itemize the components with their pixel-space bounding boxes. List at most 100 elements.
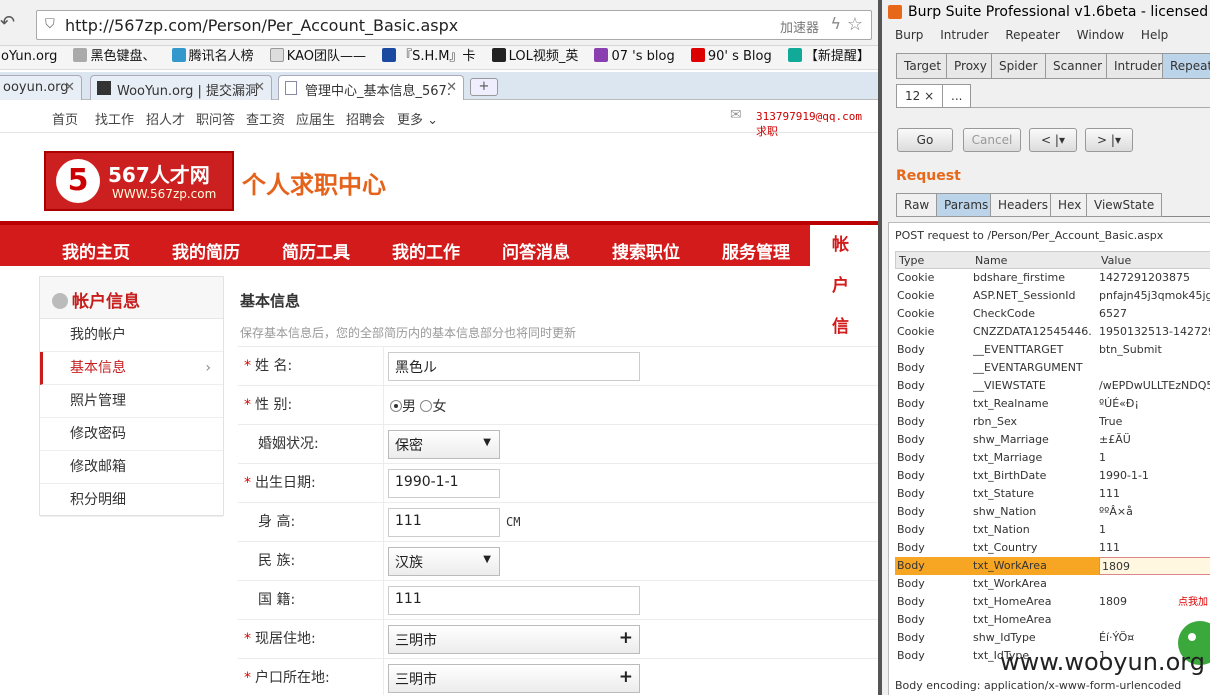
bookmark-item[interactable]: 90' s Blog	[688, 46, 775, 68]
close-icon[interactable]: ✕	[446, 80, 457, 95]
nation-select[interactable]: 汉族 ▼	[388, 547, 500, 576]
tab-scanner[interactable]: Scanner	[1045, 53, 1111, 79]
param-value[interactable]: 111	[1099, 541, 1210, 554]
accelerator-button[interactable]: 加速器	[780, 17, 819, 36]
table-row[interactable]: Cookie CNZZDATA12545446... 1950132513-1427…	[895, 323, 1210, 341]
tab-headers[interactable]: Headers	[990, 193, 1056, 217]
mainnav-item[interactable]: 我的工作	[392, 238, 460, 263]
param-value[interactable]: pnfajn45j3qmok45jgihyg	[1099, 289, 1210, 302]
table-row[interactable]: Body rbn_Sex True	[895, 413, 1210, 431]
param-value[interactable]: 6527	[1099, 307, 1210, 320]
table-row[interactable]: Body shw_Marriage ±£ÃÜ	[895, 431, 1210, 449]
sidebar-item-password[interactable]: 修改密码	[40, 418, 223, 451]
menu-window[interactable]: Window	[1077, 28, 1124, 42]
tab-viewstate[interactable]: ViewState	[1086, 193, 1163, 217]
sidebar-item-photos[interactable]: 照片管理	[40, 385, 223, 418]
col-value[interactable]: Value	[1101, 254, 1131, 267]
new-tab-button[interactable]: +	[470, 78, 498, 96]
table-row[interactable]: Body txt_WorkArea	[895, 575, 1210, 593]
table-row[interactable]: Body txt_Realname ºÚÉ«Ð¡	[895, 395, 1210, 413]
tab-repeater[interactable]: Repeater	[1162, 53, 1210, 79]
repeater-tab-12[interactable]: 12 ×	[896, 84, 944, 108]
table-row[interactable]: Body txt_HomeArea 1809	[895, 593, 1210, 611]
height-input[interactable]: 111	[388, 508, 500, 537]
close-icon[interactable]: ×	[924, 89, 934, 103]
param-value[interactable]: 1427291203875	[1099, 271, 1210, 284]
workarea-select[interactable]: 三明市 +	[388, 625, 640, 654]
url-input[interactable]: ⛉ http://567zp.com/Person/Per_Account_Ba…	[36, 10, 872, 40]
mainnav-item[interactable]: 搜索职位	[612, 238, 680, 263]
forward-button[interactable]: > |▾	[1085, 128, 1133, 152]
bookmark-item[interactable]: KAO团队——	[267, 46, 369, 68]
go-button[interactable]: Go	[897, 128, 953, 152]
menu-burp[interactable]: Burp	[895, 28, 923, 42]
tab-target[interactable]: Target	[896, 53, 950, 79]
sidebar-item-email[interactable]: 修改邮箱	[40, 451, 223, 484]
mainnav-item[interactable]: 我的主页	[62, 238, 130, 263]
sex-male-radio[interactable]	[390, 400, 402, 412]
table-row[interactable]: Cookie bdshare_firstime 1427291203875	[895, 269, 1210, 287]
topnav-more[interactable]: 更多 ⌄	[397, 109, 438, 128]
homearea-select[interactable]: 三明市 +	[388, 664, 640, 693]
table-row[interactable]: Body shw_IdType Éí·ÝÖ¤	[895, 629, 1210, 647]
bookmark-item[interactable]: 【新提醒】	[785, 46, 873, 68]
bolt-icon[interactable]: ϟ	[830, 14, 841, 33]
col-name[interactable]: Name	[975, 254, 1007, 267]
tab-proxy[interactable]: Proxy	[946, 53, 995, 79]
browser-tab[interactable]: WooYun.org | 提交漏洞 ✕	[90, 75, 272, 100]
browser-tab-active[interactable]: 管理中心_基本信息_567. ✕	[278, 75, 464, 100]
sex-female-radio[interactable]	[420, 400, 433, 412]
mainnav-item-active[interactable]: 帐户信	[810, 225, 878, 337]
star-icon[interactable]: ☆	[847, 14, 863, 35]
param-value[interactable]: ºÚÉ«Ð¡	[1099, 397, 1210, 410]
table-row[interactable]: Body txt_BirthDate 1990-1-1	[895, 467, 1210, 485]
param-value[interactable]: ±£ÃÜ	[1099, 433, 1210, 446]
mainnav-item[interactable]: 问答消息	[502, 238, 570, 263]
param-value[interactable]: True	[1099, 415, 1210, 428]
marriage-select[interactable]: 保密 ▼	[388, 430, 500, 459]
sidebar-item-basic-info[interactable]: 基本信息 ›	[40, 352, 223, 385]
close-icon[interactable]: ✕	[254, 80, 265, 95]
tab-raw[interactable]: Raw	[896, 193, 938, 217]
param-value[interactable]: 1809	[1099, 557, 1210, 575]
col-type[interactable]: Type	[899, 254, 924, 267]
bookmark-item[interactable]: LOL视频_英	[489, 46, 582, 68]
table-row[interactable]: Body txt_WorkArea 1809	[895, 557, 1210, 575]
table-row[interactable]: Body __VIEWSTATE/wEPDwULLTEzNDQ5M	[895, 377, 1210, 395]
table-row[interactable]: Body shw_Nation ººÂ×å	[895, 503, 1210, 521]
tab-intruder[interactable]: Intruder	[1106, 53, 1171, 79]
cancel-button[interactable]: Cancel	[963, 128, 1021, 152]
table-row[interactable]: Cookie ASP.NET_SessionId pnfajn45j3qmok45j…	[895, 287, 1210, 305]
bookmark-item[interactable]: 『S.H.M』卡	[379, 46, 478, 68]
back-icon[interactable]: ↶	[0, 12, 15, 33]
param-value[interactable]: btn_Submit	[1099, 343, 1210, 356]
menu-intruder[interactable]: Intruder	[940, 28, 988, 42]
topnav-item[interactable]: 查工资	[246, 109, 285, 128]
param-value[interactable]: /wEPDwULLTEzNDQ5M	[1099, 379, 1210, 392]
bookmark-item[interactable]: 黑色键盘、	[70, 46, 158, 68]
topnav-item[interactable]: 招人才	[146, 109, 185, 128]
mainnav-item[interactable]: 我的简历	[172, 238, 240, 263]
birthdate-input[interactable]: 1990-1-1	[388, 469, 500, 498]
repeater-tab-more[interactable]: ...	[942, 84, 972, 108]
realname-input[interactable]: 黑色ル	[388, 352, 640, 381]
table-row[interactable]: Body txt_Marriage 1	[895, 449, 1210, 467]
mainnav-item[interactable]: 服务管理	[722, 238, 790, 263]
back-button[interactable]: < |▾	[1029, 128, 1077, 152]
menu-repeater[interactable]: Repeater	[1005, 28, 1060, 42]
topnav-item[interactable]: 招聘会	[346, 109, 385, 128]
topnav-item[interactable]: 应届生	[296, 109, 335, 128]
topnav-item[interactable]: 首页	[52, 109, 78, 128]
bookmark-item[interactable]: 07 's blog	[591, 46, 677, 68]
table-row[interactable]: Body txt_Country 111	[895, 539, 1210, 557]
country-input[interactable]: 111	[388, 586, 640, 615]
param-value[interactable]: ººÂ×å	[1099, 505, 1210, 518]
browser-tab[interactable]: ooyun.org ✕	[0, 75, 82, 100]
tab-spider[interactable]: Spider	[991, 53, 1046, 79]
table-row[interactable]: Body __EVENTTARGET btn_Submit	[895, 341, 1210, 359]
table-row[interactable]: Body txt_Stature 111	[895, 485, 1210, 503]
table-row[interactable]: Body __EVENTARGUMENT	[895, 359, 1210, 377]
close-icon[interactable]: ✕	[64, 80, 75, 95]
topnav-item[interactable]: 职问答	[196, 109, 235, 128]
table-row[interactable]: Body txt_HomeArea	[895, 611, 1210, 629]
